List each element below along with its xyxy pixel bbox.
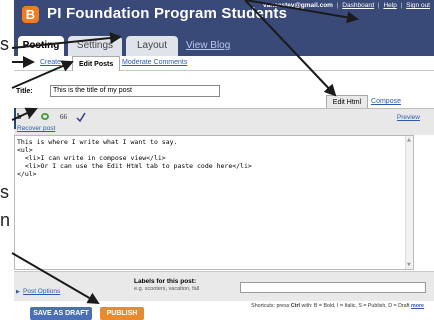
blogger-header: B PI Foundation Program Students vancest…: [14, 0, 434, 30]
sign-out-link[interactable]: Sign out: [406, 2, 430, 9]
shortcut-with: with:: [300, 303, 314, 309]
subtab-create[interactable]: Create: [40, 59, 61, 66]
preview-link[interactable]: Preview: [397, 114, 420, 121]
margin-fragment-1: s: [0, 34, 9, 54]
body-line: <ul>: [17, 146, 33, 154]
title-label: Title:: [16, 88, 33, 95]
post-editor: Title: This is the title of my post Edit…: [14, 71, 434, 320]
insert-image-icon[interactable]: [14, 108, 16, 129]
subtab-moderate-comments[interactable]: Moderate Comments: [122, 59, 187, 66]
shortcut-ctrl: Ctrl: [290, 303, 301, 309]
body-line: This is where I write what I want to say…: [17, 138, 178, 146]
link-icon[interactable]: [40, 112, 50, 124]
scroll-up-icon[interactable]: ▲: [407, 137, 411, 143]
main-tab-bar: Posting Settings Layout View Blog: [14, 30, 434, 56]
labels-hint: e.g. scooters, vacation, fall: [134, 286, 200, 292]
post-title-input[interactable]: This is the title of my post: [50, 85, 220, 97]
labels-input[interactable]: [240, 282, 426, 293]
dashboard-link[interactable]: Dashboard: [342, 2, 374, 9]
scroll-down-icon[interactable]: ▼: [407, 262, 411, 268]
subtab-edit-posts[interactable]: Edit Posts: [72, 56, 121, 71]
margin-fragment-2: s: [0, 182, 9, 202]
italic-button[interactable]: i: [28, 112, 30, 122]
textarea-scrollbar[interactable]: ▲ ▼: [405, 136, 413, 269]
tab-settings[interactable]: Settings: [68, 36, 122, 56]
post-options-link[interactable]: Post Options: [23, 288, 60, 295]
expand-triangle-icon[interactable]: ▶: [16, 289, 20, 295]
tab-layout[interactable]: Layout: [126, 36, 178, 56]
publish-button[interactable]: PUBLISH: [100, 307, 144, 320]
user-email: vancestev@gmail.com: [263, 2, 333, 9]
tab-posting[interactable]: Posting: [18, 36, 64, 56]
blog-title: PI Foundation Program Students: [47, 5, 288, 22]
shortcut-prefix: Shortcuts: press: [251, 303, 291, 309]
recover-post-link[interactable]: Recover post: [17, 125, 55, 132]
labels-label: Labels for this post:: [134, 278, 197, 285]
shortcuts-more-link[interactable]: more: [411, 303, 424, 309]
posting-subnav: Create Edit Posts Moderate Comments: [14, 56, 434, 71]
blogger-logo-icon[interactable]: B: [22, 6, 39, 23]
tab-compose[interactable]: Compose: [370, 95, 402, 108]
body-line: </ul>: [17, 170, 37, 178]
shortcut-hint: Shortcuts: press Ctrl with: B = Bold, I …: [251, 303, 424, 309]
view-blog-link[interactable]: View Blog: [186, 36, 230, 56]
shortcut-keys: B = Bold, I = Italic, S = Publish, D = D…: [313, 303, 410, 309]
save-as-draft-button[interactable]: SAVE AS DRAFT: [30, 307, 92, 320]
editor-toolbar: b i 66 Recover post Preview: [14, 108, 434, 135]
post-body-textarea[interactable]: This is where I write what I want to say…: [14, 135, 414, 270]
blockquote-button[interactable]: 66: [60, 112, 67, 122]
tab-edit-html[interactable]: Edit Html: [326, 95, 368, 108]
body-line: <li>Or I can use the Edit Html tab to pa…: [17, 162, 252, 170]
bold-button[interactable]: b: [17, 112, 21, 122]
spellcheck-icon[interactable]: [76, 112, 86, 125]
body-line: <li>I can write in compose view</li>: [17, 154, 166, 162]
margin-fragment-3: n: [0, 210, 11, 230]
post-footer-bar: ▶ Post Options Labels for this post: e.g…: [14, 271, 434, 301]
help-link[interactable]: Help: [383, 2, 396, 9]
account-links: vancestev@gmail.com | Dashboard | Help |…: [263, 2, 430, 9]
